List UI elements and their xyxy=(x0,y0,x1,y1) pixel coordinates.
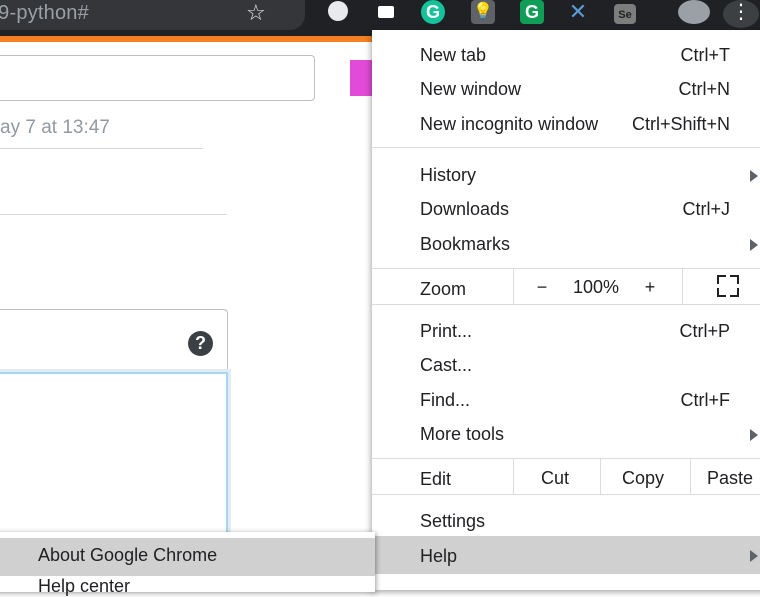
help-icon[interactable]: ? xyxy=(188,331,213,356)
cut-button[interactable]: Cut xyxy=(522,468,588,489)
menu-item-cast[interactable]: Cast... xyxy=(420,355,472,376)
user-avatar-icon[interactable] xyxy=(350,60,372,96)
divider xyxy=(513,268,514,304)
menu-separator xyxy=(372,147,760,148)
shortcut-downloads: Ctrl+J xyxy=(682,199,730,219)
menu-item-help-center[interactable]: Help center xyxy=(38,576,130,597)
menu-item-new-incognito[interactable]: New incognito window xyxy=(420,114,598,135)
divider xyxy=(690,458,691,494)
menu-item-settings[interactable]: Settings xyxy=(420,511,485,532)
extension-icon-2[interactable] xyxy=(378,6,394,18)
menu-item-find[interactable]: Find... xyxy=(420,390,470,411)
menu-item-new-window[interactable]: New window xyxy=(420,79,521,100)
menu-separator xyxy=(372,268,760,269)
chrome-main-menu: New tab Ctrl+T New window Ctrl+N New inc… xyxy=(372,30,760,590)
submenu-arrow-icon xyxy=(750,550,758,562)
answer-textarea[interactable] xyxy=(0,372,228,546)
url-text[interactable]: -79-python# xyxy=(0,2,89,25)
menu-item-bookmarks[interactable]: Bookmarks xyxy=(420,234,510,255)
grammarly-icon[interactable]: G xyxy=(421,0,445,24)
grammarly-g-icon[interactable]: G xyxy=(520,0,544,24)
menu-item-history[interactable]: History xyxy=(420,165,476,186)
menu-item-about-chrome[interactable]: About Google Chrome xyxy=(38,545,217,566)
divider xyxy=(600,458,601,494)
shortcut-find: Ctrl+F xyxy=(680,390,731,410)
shortcut-new-tab: Ctrl+T xyxy=(680,45,731,65)
bulb-icon[interactable]: 💡 xyxy=(471,0,495,24)
copy-button[interactable]: Copy xyxy=(608,468,678,489)
divider xyxy=(0,214,227,215)
zoom-level: 100% xyxy=(572,277,620,297)
menu-separator xyxy=(372,304,760,305)
search-input[interactable] xyxy=(0,55,315,101)
menu-separator xyxy=(372,458,760,459)
site-accent-bar xyxy=(0,36,372,42)
divider xyxy=(682,268,683,304)
menu-item-print[interactable]: Print... xyxy=(420,321,472,342)
menu-item-downloads[interactable]: Downloads xyxy=(420,199,509,220)
cross-tools-icon[interactable]: ✕ xyxy=(566,0,590,24)
chrome-menu-kebab-icon[interactable]: ⋮ xyxy=(723,0,759,28)
divider xyxy=(0,148,203,149)
menu-item-more-tools[interactable]: More tools xyxy=(420,424,504,445)
menu-item-edit: Edit xyxy=(420,469,452,489)
fullscreen-icon[interactable] xyxy=(717,275,739,297)
submenu-arrow-icon xyxy=(750,239,758,251)
shortcut-print: Ctrl+P xyxy=(679,321,730,341)
zoom-out-button[interactable]: − xyxy=(530,277,554,298)
menu-separator xyxy=(372,494,760,495)
shortcut-new-window: Ctrl+N xyxy=(678,79,730,99)
help-submenu: About Google Chrome Help center xyxy=(0,532,375,596)
extension-icon-1[interactable] xyxy=(328,1,348,21)
menu-item-help[interactable]: Help xyxy=(420,546,457,567)
menu-item-zoom: Zoom xyxy=(420,279,467,299)
address-bar[interactable]: -79-python# ☆ xyxy=(0,0,305,30)
submenu-arrow-icon xyxy=(750,429,758,441)
bookmark-star-icon[interactable]: ☆ xyxy=(246,0,266,26)
menu-item-new-tab[interactable]: New tab xyxy=(420,45,486,66)
paste-button[interactable]: Paste xyxy=(700,468,760,489)
post-date: ay 7 at 13:47 xyxy=(0,117,110,138)
zoom-in-button[interactable]: + xyxy=(638,277,662,298)
submenu-arrow-icon xyxy=(750,170,758,182)
divider xyxy=(513,458,514,494)
selenium-icon[interactable]: Se xyxy=(614,4,636,24)
shortcut-new-incognito: Ctrl+Shift+N xyxy=(631,114,730,134)
profile-avatar[interactable] xyxy=(678,0,710,24)
